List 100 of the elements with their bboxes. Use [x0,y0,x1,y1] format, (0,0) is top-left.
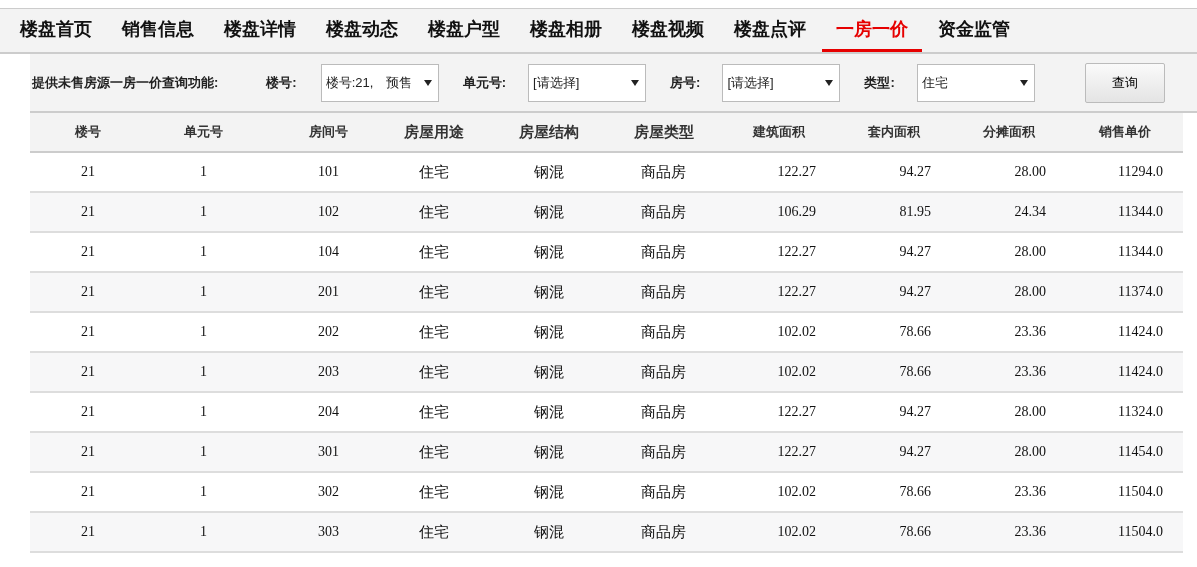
table-cell-text: 钢混 [532,442,565,462]
column-header: 房间号 [308,123,349,141]
table-cell-text: 28.00 [1013,404,1047,420]
table-cell-text: 11504.0 [1117,524,1164,540]
table-cell-text: 28.00 [1013,284,1047,300]
column-header: 单元号 [183,123,224,141]
table-cell-text: 1 [199,444,208,460]
table-cell-text: 1 [199,204,208,220]
table-cell-text: 201 [317,284,340,300]
table-cell-text: 21 [80,484,96,500]
table-cell-text: 住宅 [417,322,450,342]
dropdown[interactable]: [请选择] [528,63,647,102]
table-cell-text: 21 [80,444,96,460]
table-cell-text: 94.27 [898,444,932,460]
table-cell-text: 商品房 [640,522,687,542]
table-cell-text: 商品房 [640,162,687,182]
table-cell-text: 21 [80,524,96,540]
table-cell-text: 21 [80,204,96,220]
query-button[interactable]: 查询 [1084,62,1165,103]
table-cell-text: 23.36 [1013,484,1047,500]
table-cell-text: 住宅 [417,362,450,382]
table-cell-text: 住宅 [417,242,450,262]
table-cell-text: 203 [317,364,340,380]
table-cell-text: 28.00 [1013,164,1047,180]
caret-icon [423,78,432,87]
table-cell-text: 106.29 [776,204,817,220]
table-cell-text: 21 [80,244,96,260]
nav-tab[interactable]: 楼盘点评 [720,9,820,52]
table-cell-text: 商品房 [640,282,687,302]
table-cell-text: 住宅 [417,482,450,502]
table-cell-text: 101 [317,164,340,180]
table-cell-text: 23.36 [1013,364,1047,380]
table-cell-text: 301 [317,444,340,460]
column-header: 楼号 [73,123,102,141]
filter-description: 提供未售房源一房一价查询功能: [32,73,219,92]
field-label: 房号: [670,73,701,92]
field-label: 单元号: [462,73,507,92]
table-cell-text: 11344.0 [1117,204,1164,220]
table-cell-text: 11294.0 [1117,164,1164,180]
table-cell-text: 78.66 [898,524,932,540]
table-cell-text: 102.02 [776,484,817,500]
table-cell-text: 钢混 [532,362,565,382]
table-cell-text: 21 [80,364,96,380]
nav-tab[interactable]: 销售信息 [108,9,208,52]
table-cell-text: 商品房 [640,362,687,382]
table-cell-text: 住宅 [417,442,450,462]
nav-tab[interactable]: 楼盘相册 [516,9,616,52]
dropdown[interactable]: 住宅 [916,63,1035,102]
table-cell-text: 商品房 [640,402,687,422]
nav-tab[interactable]: 楼盘首页 [6,9,106,52]
table-cell-text: 122.27 [776,244,817,260]
column-header: 房屋结构 [517,122,580,142]
table-cell-text: 11424.0 [1117,324,1164,340]
table-cell-text: 21 [80,164,96,180]
table-cell-text: 102.02 [776,364,817,380]
column-header: 销售单价 [1097,123,1152,141]
table-cell-text: 钢混 [532,202,565,222]
table-cell-text: 钢混 [532,282,565,302]
table-cell-text: 1 [199,324,208,340]
field-label: 类型: [864,73,895,92]
column-header: 分摊面积 [981,123,1036,141]
table-cell-text: 94.27 [898,404,932,420]
nav-tab[interactable]: 资金监管 [924,9,1024,52]
table-cell-text: 102.02 [776,324,817,340]
table-cell-text: 122.27 [776,444,817,460]
field-label: 楼号: [266,73,297,92]
table-cell-text: 23.36 [1013,324,1047,340]
table-cell-text: 商品房 [640,322,687,342]
table-cell-text: 商品房 [640,242,687,262]
table-cell-text: 78.66 [898,324,932,340]
table-cell-text: 11454.0 [1117,444,1164,460]
table-cell-text: 202 [317,324,340,340]
dropdown[interactable]: [请选择] [722,63,841,102]
nav-tab[interactable]: 楼盘视频 [618,9,718,52]
table-cell-text: 204 [317,404,340,420]
table-cell-text: 商品房 [640,442,687,462]
table-cell-text: 11324.0 [1117,404,1164,420]
table-cell-text: 11374.0 [1117,284,1164,300]
nav-tab[interactable]: 楼盘动态 [312,9,412,52]
table-cell-text: 11424.0 [1117,364,1164,380]
table-cell-text: 11504.0 [1117,484,1164,500]
table-cell-text: 1 [199,404,208,420]
table-cell-text: 122.27 [776,164,817,180]
table-cell-text: 21 [80,324,96,340]
table-cell-text: 94.27 [898,284,932,300]
dropdown[interactable]: 楼号:21, 预售 [320,63,439,102]
table-cell-text: 28.00 [1013,444,1047,460]
table-cell-text: 78.66 [898,364,932,380]
table-cell-text: 94.27 [898,164,932,180]
nav-tab[interactable]: 楼盘详情 [210,9,310,52]
column-header: 房屋类型 [632,122,695,142]
table-cell-text: 122.27 [776,404,817,420]
table-cell-text: 81.95 [898,204,932,220]
table-cell-text: 钢混 [532,322,565,342]
caret-icon [825,78,834,87]
table-cell-text: 钢混 [532,522,565,542]
nav-tab[interactable]: 楼盘户型 [414,9,514,52]
table-cell-text: 23.36 [1013,524,1047,540]
table-cell-text: 钢混 [532,402,565,422]
column-header: 套内面积 [866,123,921,141]
